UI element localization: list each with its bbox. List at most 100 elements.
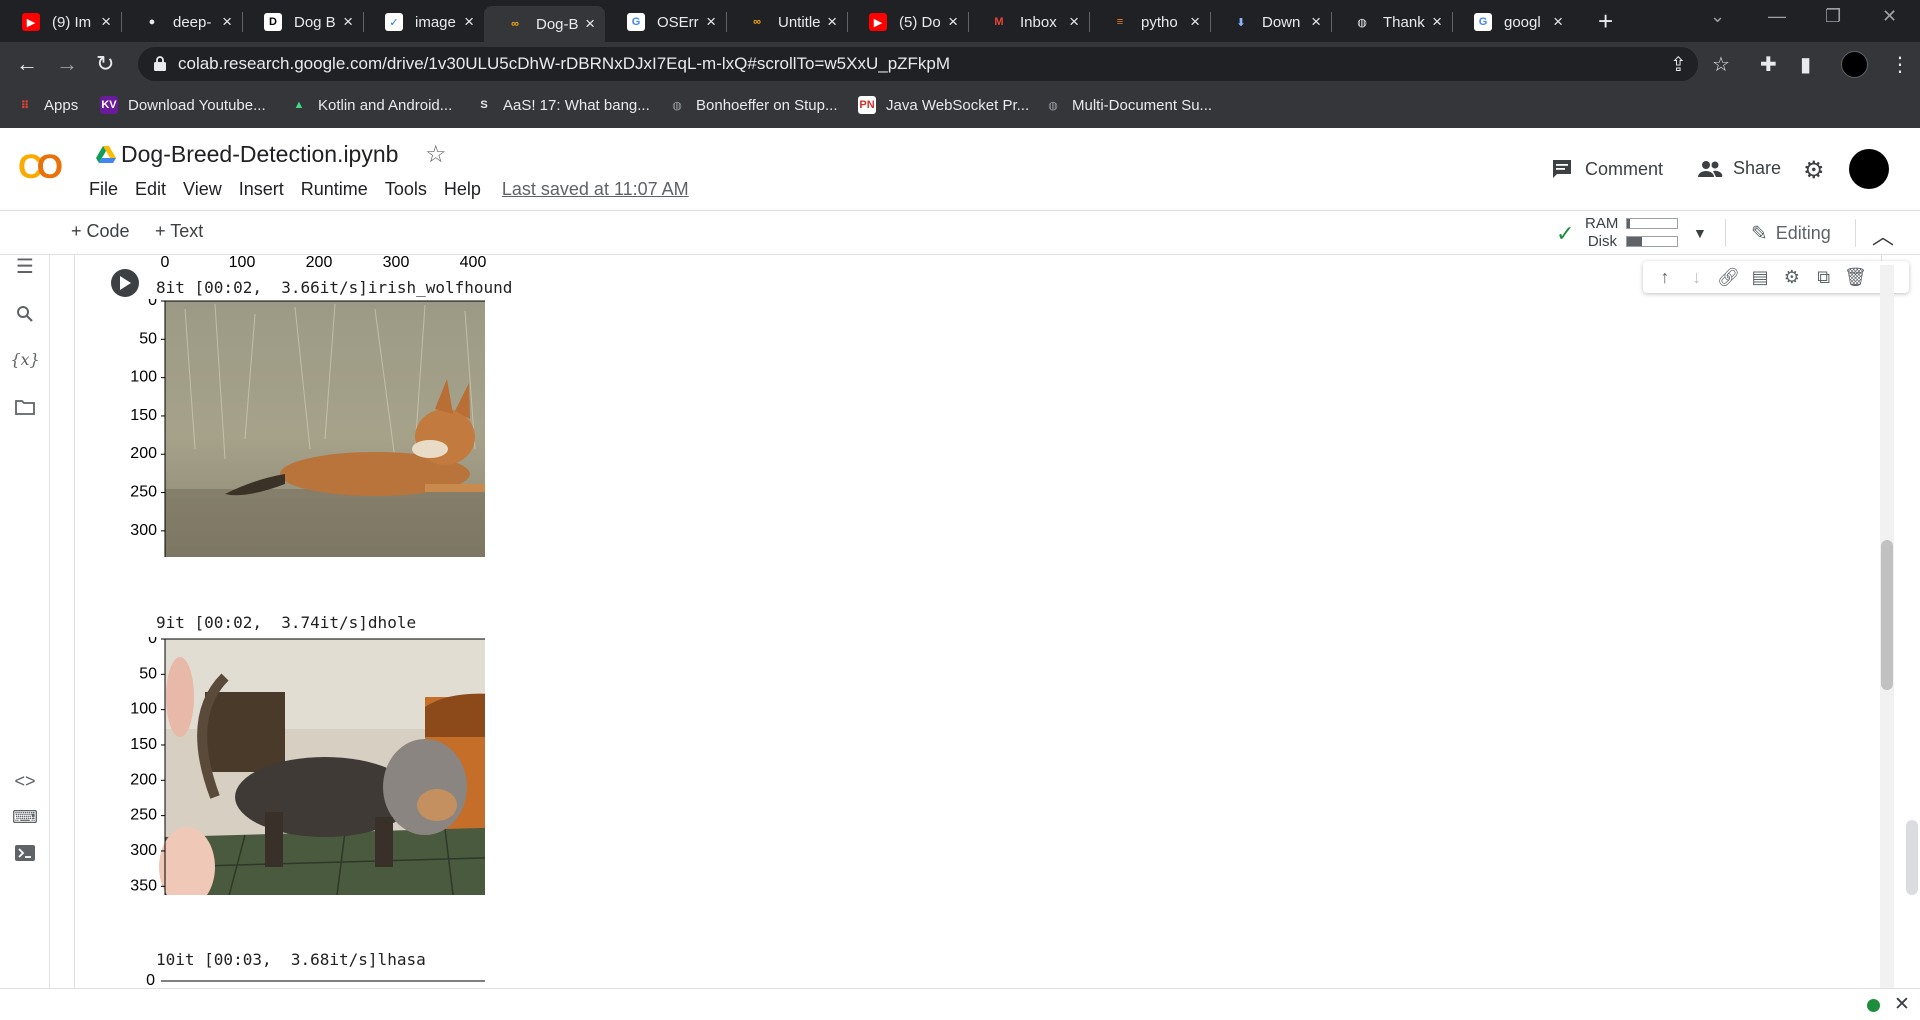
delete-icon[interactable]: 🗑︎: [1843, 267, 1867, 288]
tab-search-icon[interactable]: ⌄: [1710, 6, 1725, 27]
dhole-photo: [165, 301, 485, 557]
comment-button[interactable]: Comment: [1551, 158, 1663, 180]
move-down-icon[interactable]: ↓: [1685, 267, 1709, 288]
gmail-icon: M: [994, 16, 1004, 28]
browser-tab[interactable]: ✓ image ×: [363, 5, 484, 39]
settings-gear-icon[interactable]: ⚙: [1803, 156, 1825, 185]
browser-tab[interactable]: Ggoogl ×: [1452, 5, 1573, 39]
cell-comment-icon[interactable]: ▤: [1748, 267, 1772, 288]
star-icon[interactable]: ☆: [425, 140, 447, 169]
bookmark-item[interactable]: ◍ Multi-Document Su...: [1044, 96, 1212, 114]
collapse-header-icon[interactable]: ︿: [1872, 219, 1894, 251]
tab-close-icon[interactable]: ×: [706, 12, 716, 32]
last-saved-link[interactable]: Last saved at 11:07 AM: [502, 179, 689, 200]
browser-tab[interactable]: ▶ (5) Do ×: [847, 5, 968, 39]
scrollbar-thumb[interactable]: [1881, 540, 1893, 690]
mirror-cell-icon[interactable]: ⧉: [1812, 267, 1836, 288]
bookmark-item[interactable]: KV Download Youtube...: [100, 96, 266, 114]
add-code-button[interactable]: + Code: [71, 221, 130, 242]
bookmark-item[interactable]: ⠿ Apps: [16, 96, 79, 114]
address-bar[interactable]: colab.research.google.com/drive/1v30ULU5…: [138, 47, 1698, 81]
move-up-icon[interactable]: ↑: [1653, 267, 1677, 288]
status-close-icon[interactable]: ✕: [1894, 993, 1910, 1016]
code-cell[interactable]: 0 100 200 300 400 8it [00:02, 3.66it/s]irish…: [74, 255, 1909, 988]
tab-close-icon[interactable]: ×: [827, 12, 837, 32]
lock-icon: [154, 56, 166, 71]
menu-tools[interactable]: Tools: [385, 179, 427, 200]
menu-edit[interactable]: Edit: [135, 179, 166, 200]
side-panel-icon[interactable]: ▮: [1800, 52, 1811, 77]
share-page-icon[interactable]: ⇪: [1670, 52, 1687, 77]
account-avatar[interactable]: [1849, 149, 1889, 189]
chrome-menu-icon[interactable]: ⋮: [1890, 52, 1910, 77]
profile-avatar[interactable]: [1841, 51, 1868, 78]
minimize-icon[interactable]: —: [1768, 6, 1786, 27]
browser-tab[interactable]: ▶ (9) Im ×: [0, 5, 121, 39]
browser-tab[interactable]: ⬇ Down ×: [1210, 5, 1331, 39]
bookmark-item[interactable]: PN Java WebSocket Pr...: [858, 96, 1029, 114]
resource-dropdown-icon[interactable]: ▼: [1693, 225, 1707, 241]
tab-close-icon[interactable]: ×: [1432, 12, 1442, 32]
tab-title: Untitle: [778, 13, 821, 31]
back-icon[interactable]: ←: [16, 51, 38, 77]
outer-scrollbar-thumb[interactable]: [1906, 820, 1918, 895]
s-icon: S: [480, 99, 488, 111]
files-folder-icon[interactable]: [13, 395, 37, 419]
tab-close-icon[interactable]: ×: [1069, 12, 1079, 32]
reload-icon[interactable]: ↻: [96, 51, 114, 77]
browser-tab[interactable]: ∞ Untitle ×: [726, 5, 847, 39]
tab-close-icon[interactable]: ×: [585, 14, 595, 34]
tab-close-icon[interactable]: ×: [1190, 12, 1200, 32]
drive-icon: [96, 146, 116, 163]
bookmark-star-icon[interactable]: ☆: [1712, 52, 1730, 77]
ram-meter[interactable]: [1626, 218, 1678, 229]
share-button[interactable]: Share: [1697, 158, 1781, 179]
output-line-3: 10it [00:03, 3.68it/s]lhasa: [156, 950, 426, 969]
code-snippets-icon[interactable]: <>: [13, 769, 37, 793]
run-cell-button[interactable]: [111, 269, 139, 297]
notebook-title[interactable]: Dog-Breed-Detection.ipynb: [121, 141, 398, 168]
bookmark-item[interactable]: ▲ Kotlin and Android...: [290, 96, 453, 114]
previous-plot-axis: 0 100 200 300 400: [161, 255, 487, 271]
tab-close-icon[interactable]: ×: [1553, 12, 1563, 32]
tab-close-icon[interactable]: ×: [101, 12, 111, 32]
tab-close-icon[interactable]: ×: [948, 12, 958, 32]
window-close-icon[interactable]: ✕: [1882, 6, 1897, 27]
disk-meter[interactable]: [1626, 236, 1678, 247]
tab-close-icon[interactable]: ×: [222, 12, 232, 32]
browser-tab[interactable]: D Dog B ×: [242, 5, 363, 39]
search-icon[interactable]: [13, 302, 37, 326]
editing-mode-button[interactable]: ✎ Editing: [1751, 221, 1831, 246]
tab-separator: [726, 12, 727, 32]
table-of-contents-icon[interactable]: ☰: [13, 254, 37, 278]
variables-icon[interactable]: {x}: [10, 347, 39, 371]
extensions-icon[interactable]: ✚: [1760, 52, 1777, 77]
menu-runtime[interactable]: Runtime: [301, 179, 368, 200]
menu-insert[interactable]: Insert: [239, 179, 284, 200]
forward-icon[interactable]: →: [56, 51, 78, 77]
browser-tab[interactable]: ● deep- ×: [121, 5, 242, 39]
menu-file[interactable]: File: [89, 179, 118, 200]
add-text-button[interactable]: + Text: [155, 221, 203, 242]
browser-tab[interactable]: G OSErr ×: [605, 5, 726, 39]
new-tab-button[interactable]: +: [1598, 6, 1613, 37]
y-tick-label: 100: [130, 369, 157, 386]
tab-close-icon[interactable]: ×: [464, 12, 474, 32]
browser-tab[interactable]: ∞ Dog-B ×: [484, 6, 605, 42]
browser-tab[interactable]: ◍ Thank ×: [1331, 5, 1452, 39]
bookmark-item[interactable]: S AaS! 17: What bang...: [475, 96, 649, 114]
browser-toolbar: ← → ↻ colab.research.google.com/drive/1v…: [0, 42, 1920, 87]
restore-icon[interactable]: ❐: [1825, 6, 1841, 27]
menu-help[interactable]: Help: [444, 179, 481, 200]
browser-tab[interactable]: ≡ pytho ×: [1089, 5, 1210, 39]
bookmark-item[interactable]: ◍ Bonhoeffer on Stup...: [668, 96, 837, 114]
tab-close-icon[interactable]: ×: [343, 12, 353, 32]
menu-view[interactable]: View: [183, 179, 222, 200]
cell-settings-icon[interactable]: ⚙: [1780, 267, 1804, 288]
colab-logo-icon[interactable]: CO: [18, 148, 63, 187]
browser-tab[interactable]: M Inbox ×: [968, 5, 1089, 39]
terminal-icon[interactable]: [13, 841, 37, 865]
command-palette-icon[interactable]: ⌨: [12, 805, 38, 829]
tab-close-icon[interactable]: ×: [1311, 12, 1321, 32]
link-icon[interactable]: 🔗︎: [1716, 267, 1740, 288]
